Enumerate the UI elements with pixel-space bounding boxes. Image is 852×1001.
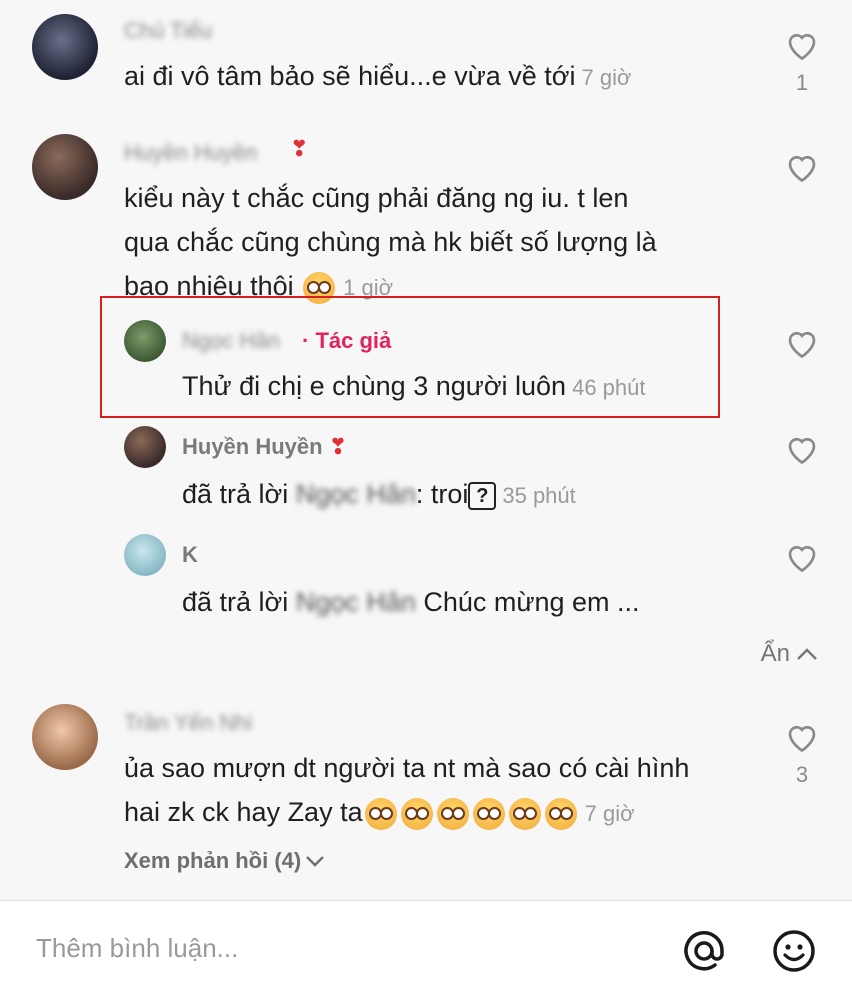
heart-icon[interactable] [784,540,820,574]
comment-line: qua chắc cũng chùng mà hk biết số lượng … [124,227,657,257]
comment-time: 7 giờ [581,65,632,90]
reply-prefix: đã trả lời [182,479,289,509]
like-count: 1 [795,70,809,95]
comment-text: ai đi vô tâm bảo sẽ hiểu...e vừa về tới 7… [124,54,631,100]
chevron-up-icon [797,648,817,660]
comment-line: ủa sao mượn dt người ta nt mà sao có cài… [124,753,690,783]
avatar[interactable] [124,426,166,468]
avatar[interactable] [32,14,98,80]
reply-username[interactable]: Huyền Huyền ❣ [182,434,347,460]
hide-label: Ẩn [760,640,790,667]
mention-icon[interactable] [680,927,728,975]
reply-body: Thử đi chị e chùng 3 người luôn [182,371,567,401]
flushed-emoji [436,797,469,830]
comment-time: 7 giờ [584,801,635,826]
view-replies-button[interactable]: Xem phản hồi (4) [124,848,325,874]
flushed-emoji [508,797,541,830]
reply-body: Chúc mừng em ... [415,587,640,617]
flushed-emoji [400,797,433,830]
author-badge: · Tác giả [302,328,392,353]
avatar[interactable] [32,134,98,200]
reply-text: Thử đi chị e chùng 3 người luôn 46 phút [182,364,645,410]
comment-text: kiểu này t chắc cũng phải đăng ng iu. t … [124,176,657,310]
avatar[interactable] [124,320,166,362]
reply-username[interactable]: Ngọc Hân [182,328,280,354]
mention[interactable]: Ngọc Hân [296,587,416,617]
reply-username[interactable]: K [182,542,198,568]
reply-username-text: Huyền Huyền [182,434,323,459]
flushed-emoji [364,797,397,830]
chevron-down-icon [306,856,325,867]
flushed-emoji [472,797,505,830]
question-mark-emoji: ? [468,481,497,510]
comment-username[interactable]: Huyền Huyền [124,140,257,166]
comment-line: hai zk ck hay Zay ta [124,797,363,827]
comment-input[interactable]: Thêm bình luận... [36,933,238,964]
heart-icon[interactable] [784,720,820,754]
reply-text: đã trả lời Ngọc Hân Chúc mừng em ... [182,580,640,624]
avatar[interactable] [32,704,98,770]
reply-prefix: đã trả lời [182,587,289,617]
reply-time: 35 phút [502,483,576,508]
hide-replies-button[interactable]: Ẩn [761,640,818,668]
mention[interactable]: Ngọc Hân [296,479,416,509]
comment-input-bar: Thêm bình luận... [0,900,852,1001]
red-heart-emoji: ❣ [328,434,348,459]
heart-icon[interactable] [784,432,820,466]
comment-text: ủa sao mượn dt người ta nt mà sao có cài… [124,746,689,836]
emoji-icon[interactable] [770,927,818,975]
comment-username[interactable]: Chú Tiểu [124,18,212,44]
reply-body: : troi [415,479,469,509]
comment-body: ai đi vô tâm bảo sẽ hiểu...e vừa về tới [124,61,576,91]
comment-username[interactable]: Trần Yến Nhi [124,710,252,736]
reply-time: 46 phút [572,375,646,400]
red-heart-emoji: ❣ [290,136,309,161]
heart-icon[interactable] [784,326,820,360]
comment-line-last: hai zk ck hay Zay ta 7 giờ [124,790,689,836]
like-count: 3 [795,762,809,787]
comment-line: kiểu này t chắc cũng phải đăng ng iu. t … [124,183,629,213]
heart-icon[interactable] [784,150,820,184]
heart-icon[interactable] [784,28,820,62]
reply-text: đã trả lời Ngọc Hân: troi? 35 phút [182,472,576,518]
view-replies-label: Xem phản hồi (4) [124,848,302,873]
flushed-emoji [544,797,577,830]
avatar[interactable] [124,534,166,576]
